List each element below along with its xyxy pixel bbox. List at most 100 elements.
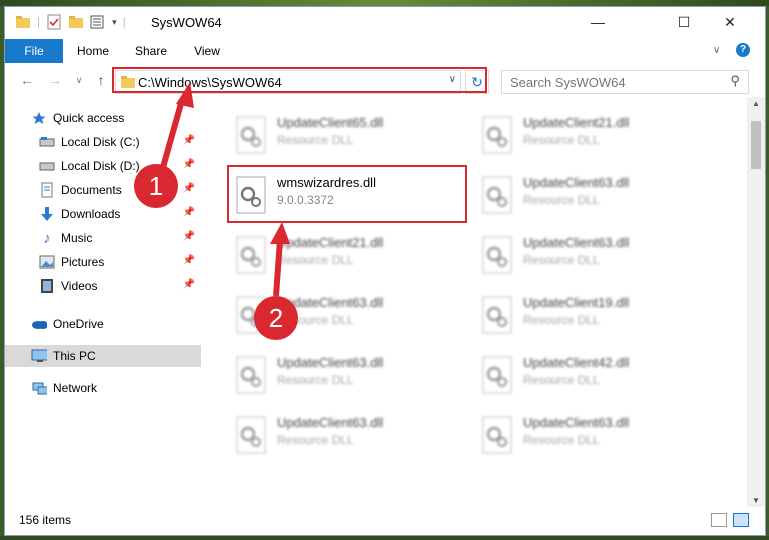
sidebar-item-local-disk-c[interactable]: Local Disk (C:) 📌	[5, 131, 201, 153]
scrollbar-thumb[interactable]	[751, 121, 761, 169]
file-tile[interactable]: UpdateClient42.dll Resource DLL	[475, 349, 715, 401]
file-name: UpdateClient19.dll	[523, 295, 630, 310]
sidebar-item-documents[interactable]: Documents 📌	[5, 179, 201, 201]
file-tile[interactable]: UpdateClient19.dll Resource DLL	[475, 289, 715, 341]
minimize-button[interactable]: —	[575, 7, 621, 37]
up-button[interactable]: ↑	[93, 72, 109, 88]
dll-file-icon	[482, 176, 512, 214]
file-name: UpdateClient65.dll	[277, 115, 384, 130]
file-name: UpdateClient63.dll	[523, 175, 630, 190]
help-icon[interactable]: ?	[736, 43, 750, 57]
pin-icon[interactable]: 📌	[183, 231, 195, 242]
address-row: ← → ∨ ↑ C:\Windows\SysWOW64 ∨ ↻ ⚲	[5, 63, 765, 97]
sidebar-item-label: Music	[61, 231, 93, 245]
tab-view[interactable]: View	[185, 39, 229, 63]
file-tile[interactable]: UpdateClient63.dll Resource DLL	[229, 409, 469, 461]
file-name: UpdateClient63.dll	[277, 295, 384, 310]
sidebar-item-label: OneDrive	[53, 317, 104, 331]
file-name: UpdateClient21.dll	[277, 235, 384, 250]
file-tile[interactable]: UpdateClient63.dll Resource DLL	[229, 349, 469, 401]
sidebar-item-pictures[interactable]: Pictures 📌	[5, 251, 201, 273]
properties-icon[interactable]	[46, 14, 62, 30]
sidebar-item-label: This PC	[53, 349, 96, 363]
tab-file[interactable]: File	[5, 39, 63, 63]
file-tile[interactable]: UpdateClient21.dll Resource DLL	[475, 109, 715, 161]
dll-file-icon	[482, 296, 512, 334]
sidebar-item-downloads[interactable]: Downloads 📌	[5, 203, 201, 225]
back-button[interactable]: ←	[19, 72, 35, 88]
dll-file-icon	[482, 356, 512, 394]
scroll-down-icon[interactable]: ▼	[752, 496, 760, 505]
file-type: Resource DLL	[523, 253, 600, 267]
item-count: 156 items	[19, 513, 72, 527]
network-icon	[31, 380, 47, 396]
close-button[interactable]: ✕	[707, 7, 753, 37]
file-tile[interactable]: UpdateClient63.dll Resource DLL	[475, 229, 715, 281]
file-highlight-box	[227, 165, 467, 223]
dll-file-icon	[482, 416, 512, 454]
pin-icon[interactable]: 📌	[183, 255, 195, 266]
file-name: UpdateClient21.dll	[523, 115, 630, 130]
dll-file-icon	[482, 236, 512, 274]
customize-view-icon[interactable]	[90, 14, 106, 30]
tab-share[interactable]: Share	[127, 39, 175, 63]
maximize-button[interactable]: ☐	[661, 7, 707, 37]
sidebar-item-network[interactable]: Network	[5, 377, 201, 399]
file-tile[interactable]: UpdateClient63.dll Resource DLL	[475, 169, 715, 221]
file-tile[interactable]: UpdateClient63.dll Resource DLL	[229, 289, 469, 341]
file-tile[interactable]: UpdateClient21.dll Resource DLL	[229, 229, 469, 281]
vertical-scrollbar[interactable]: ▲ ▼	[747, 97, 765, 507]
file-tile[interactable]: UpdateClient65.dll Resource DLL	[229, 109, 469, 161]
forward-button[interactable]: →	[47, 72, 63, 88]
file-type: Resource DLL	[277, 433, 354, 447]
sidebar-item-this-pc[interactable]: This PC	[5, 345, 201, 367]
sidebar-item-videos[interactable]: Videos 📌	[5, 275, 201, 297]
desktop-background-bottom	[0, 536, 769, 540]
dropdown-arrow-icon[interactable]: ▾	[112, 17, 117, 28]
file-type: Resource DLL	[523, 193, 600, 207]
file-name: UpdateClient63.dll	[523, 235, 630, 250]
sidebar-item-local-disk-d[interactable]: Local Disk (D:) 📌	[5, 155, 201, 177]
file-type: Resource DLL	[523, 313, 600, 327]
drive-icon	[39, 134, 55, 150]
expand-ribbon-icon[interactable]: ∨	[713, 45, 720, 56]
cloud-icon	[31, 316, 47, 332]
file-type: Resource DLL	[523, 433, 600, 447]
new-folder-icon[interactable]	[68, 14, 84, 30]
dll-file-icon	[236, 236, 266, 274]
sidebar-item-label: Downloads	[61, 207, 121, 221]
search-box[interactable]: ⚲	[501, 70, 749, 94]
pin-icon[interactable]: 📌	[183, 135, 195, 146]
dll-file-icon	[482, 116, 512, 154]
computer-icon	[31, 348, 47, 364]
toolbar-divider: |	[122, 15, 126, 29]
tab-home[interactable]: Home	[69, 39, 117, 63]
dll-file-icon	[236, 116, 266, 154]
scroll-up-icon[interactable]: ▲	[752, 99, 760, 108]
file-name: UpdateClient63.dll	[523, 415, 630, 430]
downloads-icon	[39, 206, 55, 222]
pin-icon[interactable]: 📌	[183, 279, 195, 290]
star-icon	[31, 110, 47, 126]
dll-file-icon	[236, 356, 266, 394]
details-view-icon[interactable]	[711, 513, 727, 527]
search-input[interactable]	[508, 73, 722, 91]
file-tile[interactable]: UpdateClient63.dll Resource DLL	[475, 409, 715, 461]
sidebar-item-music[interactable]: ♪ Music 📌	[5, 227, 201, 249]
sidebar-item-onedrive[interactable]: OneDrive	[5, 313, 201, 335]
quick-access-toolbar: | ▾ |	[15, 14, 126, 30]
pin-icon[interactable]: 📌	[183, 183, 195, 194]
large-icons-view-icon[interactable]	[733, 513, 749, 527]
sidebar-item-label: Documents	[61, 183, 122, 197]
sidebar-item-quick-access[interactable]: Quick access	[5, 107, 201, 129]
recent-locations-icon[interactable]: ∨	[71, 72, 87, 88]
navigation-pane: Quick access Local Disk (C:) 📌 Local Dis…	[5, 101, 201, 505]
pin-icon[interactable]: 📌	[183, 207, 195, 218]
pin-icon[interactable]: 📌	[183, 159, 195, 170]
sidebar-item-label: Local Disk (D:)	[61, 159, 140, 173]
file-type: Resource DLL	[277, 313, 354, 327]
videos-icon	[39, 278, 55, 294]
file-type: Resource DLL	[277, 253, 354, 267]
folder-icon[interactable]	[15, 14, 31, 30]
search-icon[interactable]: ⚲	[730, 73, 740, 89]
